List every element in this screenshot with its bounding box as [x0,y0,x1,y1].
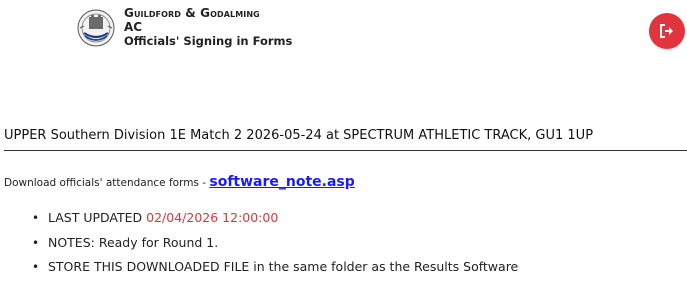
page: Guildford & Godalming AC Officials' Sign… [0,0,687,295]
logout-button[interactable] [649,13,685,49]
club-crest-icon [76,8,116,48]
club-title-block: Guildford & Godalming AC Officials' Sign… [124,6,292,48]
notes-text: NOTES: Ready for Round 1. [47,234,219,250]
download-line: Download officials' attendance forms - s… [4,174,355,190]
notes-list: LAST UPDATED 02/04/2026 12:00:00 NOTES: … [30,206,518,280]
divider [4,150,687,151]
page-subtitle: Officials' Signing in Forms [124,34,293,48]
match-title: UPPER Southern Division 1E Match 2 2026-… [4,128,594,143]
store-text: STORE THIS DOWNLOADED FILE in the same f… [47,259,519,274]
list-item-last-updated: LAST UPDATED 02/04/2026 12:00:00 [30,206,518,231]
club-name: Guildford & Godalming [124,6,260,20]
sign-out-icon [660,24,673,38]
list-item-notes: NOTES: Ready for Round 1. [30,231,518,256]
download-link[interactable]: software_note.asp [209,174,354,190]
last-updated-value: 02/04/2026 12:00:00 [146,210,279,225]
last-updated-label: LAST UPDATED [47,210,147,225]
club-name-suffix: AC [124,20,143,34]
list-item-store: STORE THIS DOWNLOADED FILE in the same f… [30,255,518,280]
download-label: Download officials' attendance forms - [4,177,210,189]
